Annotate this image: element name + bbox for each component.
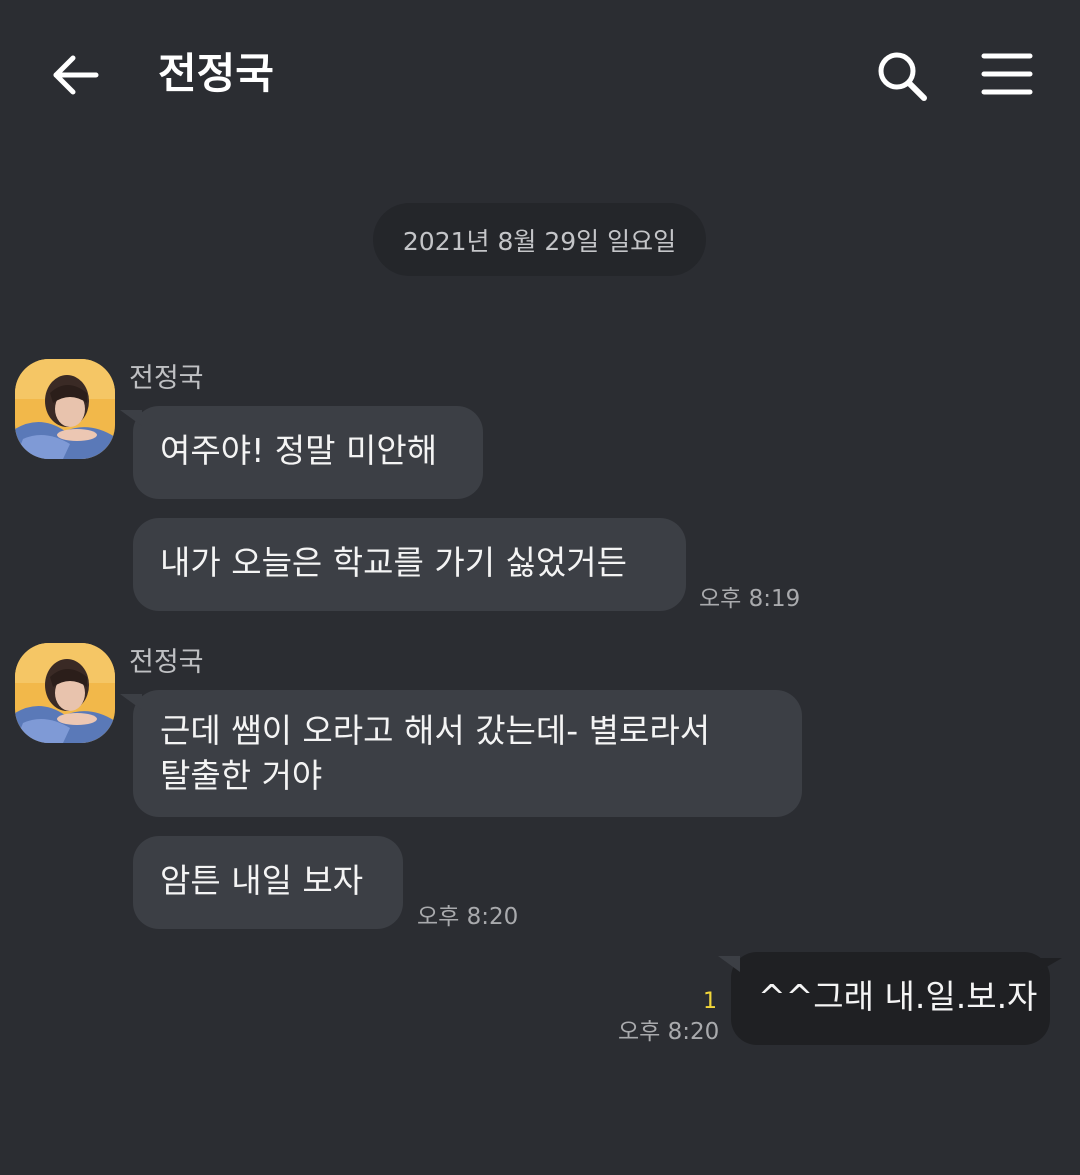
message-text-line: 탈출한 거야 <box>160 756 323 795</box>
message-text: 암튼 내일 보자 <box>160 861 364 900</box>
unread-count: 1 <box>703 989 717 1014</box>
profile-photo <box>15 359 115 459</box>
incoming-message-bubble[interactable]: 암튼 내일 보자 <box>133 836 403 929</box>
date-divider: 2021년 8월 29일 일요일 <box>373 203 706 276</box>
chat-title: 전정국 <box>158 49 274 98</box>
message-timestamp: 오후 8:20 <box>618 1019 720 1045</box>
sender-name: 전정국 <box>129 363 204 394</box>
incoming-message-bubble[interactable]: 근데 쌤이 오라고 해서 갔는데- 별로라서 탈출한 거야 <box>120 690 802 817</box>
avatar[interactable] <box>15 643 115 743</box>
arrow-left-icon <box>53 55 99 95</box>
message-text: ^^그래 내.일.보.자 <box>758 977 1038 1016</box>
search-icon <box>878 52 927 101</box>
incoming-message-bubble[interactable]: 여주야! 정말 미안해 <box>120 406 483 499</box>
message-text: 내가 오늘은 학교를 가기 싫었거든 <box>160 543 627 582</box>
profile-photo <box>15 643 115 743</box>
hamburger-menu-icon <box>981 53 1033 95</box>
sender-name: 전정국 <box>129 647 204 678</box>
outgoing-message-bubble[interactable]: ^^그래 내.일.보.자 <box>718 952 1062 1045</box>
avatar[interactable] <box>15 359 115 459</box>
menu-button[interactable] <box>978 48 1036 100</box>
incoming-message-bubble[interactable]: 내가 오늘은 학교를 가기 싫었거든 <box>133 518 686 611</box>
search-button[interactable] <box>872 46 932 106</box>
chat-header: 전정국 <box>0 0 1080 150</box>
date-divider-label: 2021년 8월 29일 일요일 <box>402 226 677 256</box>
message-text-line: 근데 쌤이 오라고 해서 갔는데- 별로라서 <box>160 711 711 750</box>
back-button[interactable] <box>48 48 104 104</box>
message-text: 여주야! 정말 미안해 <box>160 431 438 470</box>
message-timestamp: 오후 8:19 <box>699 586 801 612</box>
message-timestamp: 오후 8:20 <box>417 904 519 930</box>
